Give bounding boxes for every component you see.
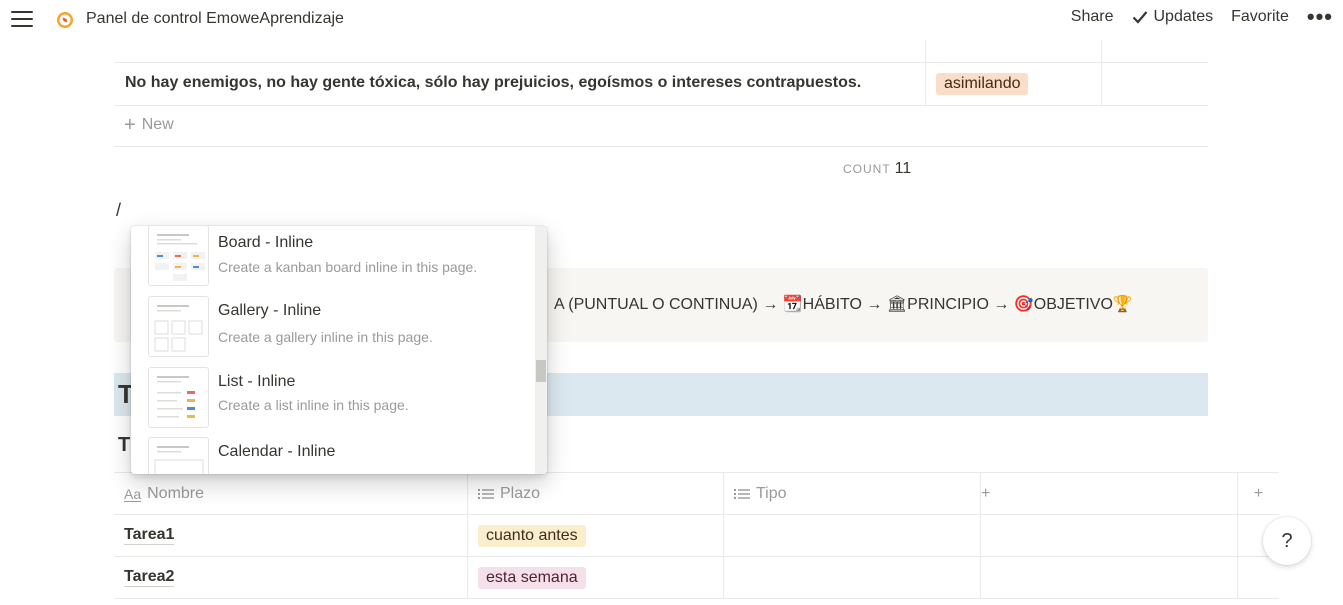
favorite-button[interactable]: Favorite	[1231, 8, 1289, 26]
menu-item-description: Create a kanban board inline in this pag…	[218, 259, 478, 275]
slash-command-text[interactable]: /	[116, 200, 121, 221]
menu-item-title: Board - Inline	[218, 234, 314, 251]
table-cell[interactable]	[981, 515, 1238, 556]
plus-icon: +	[124, 114, 136, 136]
table-cell[interactable]: cuanto antes	[468, 515, 724, 556]
plus-icon: +	[1253, 484, 1264, 502]
table-cell	[114, 40, 926, 62]
new-row: + New	[114, 106, 1208, 147]
count-value: 11	[894, 160, 912, 177]
top-actions: Share Updates Favorite •••	[1071, 6, 1333, 28]
count-label: COUNT	[843, 162, 891, 176]
menu-scrollbar-track[interactable]	[535, 226, 547, 474]
table-cell[interactable]	[981, 557, 1238, 598]
menu-item-description: Create a list inline in this page.	[218, 397, 409, 413]
help-button[interactable]: ?	[1263, 517, 1311, 565]
add-column-button[interactable]: +	[1238, 473, 1279, 514]
updates-label: Updates	[1153, 8, 1214, 25]
gallery-thumbnail-icon	[148, 296, 209, 357]
table-cell[interactable]: esta semana	[468, 557, 724, 598]
plazo-tag: esta semana	[478, 567, 586, 589]
plus-icon: +	[981, 484, 991, 502]
table-row[interactable]: Tarea2 esta semana	[114, 557, 1279, 599]
share-button[interactable]: Share	[1071, 8, 1114, 26]
menu-item-calendar-inline[interactable]: Calendar - Inline	[131, 437, 535, 474]
table-cell[interactable]	[724, 557, 981, 598]
updates-button[interactable]: Updates	[1132, 8, 1214, 26]
calendar-thumbnail-icon	[148, 437, 209, 474]
compass-icon	[57, 12, 73, 28]
column-header-plazo[interactable]: Plazo	[468, 473, 724, 514]
count-summary[interactable]: COUNT 11	[843, 160, 911, 178]
list-icon	[734, 488, 750, 499]
task-name[interactable]: Tarea1	[124, 526, 175, 545]
database-title[interactable]: T	[118, 434, 130, 457]
column-label: Tipo	[756, 484, 787, 502]
menu-scrollbar-thumb[interactable]	[536, 360, 546, 382]
add-property-button[interactable]: +	[981, 473, 1238, 514]
list-thumbnail-icon	[148, 367, 209, 428]
menu-item-title: Gallery - Inline	[218, 302, 322, 319]
menu-item-description: Create a gallery inline in this page.	[218, 329, 433, 345]
plazo-tag: cuanto antes	[478, 525, 586, 547]
table-header: Aa Nombre Plazo Tipo + +	[114, 472, 1279, 515]
text-type-icon: Aa	[124, 485, 142, 502]
favorite-label: Favorite	[1231, 8, 1289, 25]
new-label: New	[141, 116, 174, 133]
checkmark-icon	[1132, 11, 1147, 24]
table-cell[interactable]: Tarea1	[114, 515, 468, 556]
board-thumbnail-icon	[148, 226, 209, 286]
column-header-tipo[interactable]: Tipo	[724, 473, 981, 514]
menu-item-list-inline[interactable]: List - Inline Create a list inline in th…	[131, 367, 535, 437]
page-title[interactable]: Panel de control EmoweAprendizaje	[86, 10, 344, 28]
column-label: Nombre	[147, 484, 205, 502]
callout-text: A (PUNTUAL O CONTINUA) → 📆HÁBITO → 🏛PRIN…	[554, 296, 1133, 313]
table-cell[interactable]: asimilando	[926, 63, 1102, 105]
share-label: Share	[1070, 8, 1114, 25]
table-row[interactable]: No hay enemigos, no hay gente tóxica, só…	[114, 63, 1208, 106]
menu-item-board-inline[interactable]: Board - Inline Create a kanban board inl…	[131, 226, 535, 296]
table-cell[interactable]	[724, 515, 981, 556]
menu-item-title: Calendar - Inline	[218, 443, 336, 460]
sidebar-toggle-icon[interactable]	[11, 11, 33, 29]
list-icon	[478, 488, 494, 499]
menu-item-title: List - Inline	[218, 373, 296, 390]
new-row-button[interactable]: + New	[124, 114, 174, 136]
column-label: Plazo	[500, 484, 541, 502]
more-options-icon[interactable]: •••	[1307, 6, 1333, 28]
task-name[interactable]: Tarea2	[124, 568, 175, 587]
table-row-partial	[114, 40, 1208, 63]
table-cell	[926, 40, 1102, 62]
top-bar: Panel de control EmoweAprendizaje Share …	[0, 0, 1343, 40]
status-tag: asimilando	[936, 73, 1029, 95]
column-header-nombre[interactable]: Aa Nombre	[114, 473, 468, 514]
table-cell[interactable]: No hay enemigos, no hay gente tóxica, só…	[114, 63, 926, 105]
table-cell[interactable]: Tarea2	[114, 557, 468, 598]
menu-item-gallery-inline[interactable]: Gallery - Inline Create a gallery inline…	[131, 296, 535, 366]
row-title[interactable]: No hay enemigos, no hay gente tóxica, só…	[125, 74, 861, 92]
table-row[interactable]: Tarea1 cuanto antes	[114, 515, 1279, 557]
block-type-menu: Board - Inline Create a kanban board inl…	[131, 226, 547, 474]
